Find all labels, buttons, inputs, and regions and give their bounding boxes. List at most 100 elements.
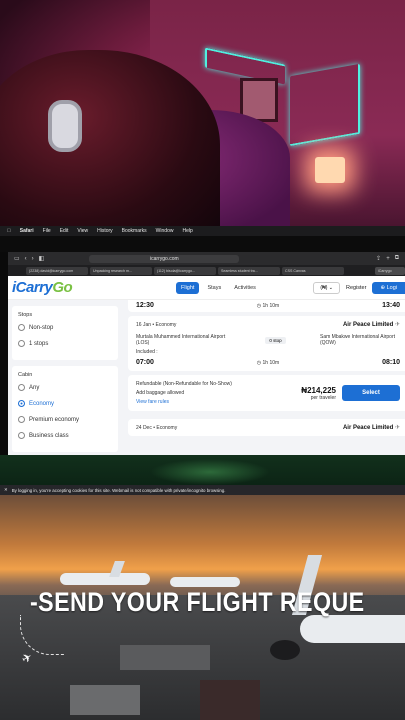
option-label: 1 stops [29,340,49,347]
airline-name: Air Peace Limited ✈ [343,424,400,431]
option-label: Non-stop [29,324,54,331]
tab[interactable]: CSS Canvas [282,266,344,275]
menu-file[interactable]: File [43,228,51,234]
stop-option-1[interactable]: 1 stops [18,340,112,347]
browser-window: ▭ ‹ › ◧ icarrygo.com ⇪ + ⧉ (2238) david@… [8,252,405,455]
nav-flight[interactable]: Flight [176,282,200,294]
airport-scene: ✈ -SEND YOUR FLIGHT REQUE [0,495,405,720]
browser-toolbar: ▭ ‹ › ◧ icarrygo.com ⇪ + ⧉ [8,252,405,265]
apple-icon[interactable]:  [7,228,11,234]
select-button[interactable]: Select [342,385,400,401]
airline-name: Air Peace Limited ✈ [343,321,400,328]
logo-accent: Go [52,279,73,296]
flight-card-next[interactable]: 24 Dec • Economy Air Peace Limited ✈ [128,419,405,436]
stop-option-nonstop[interactable]: Non-stop [18,324,112,331]
cabin-title: Cabin [18,372,33,378]
register-link[interactable]: Register [346,285,366,291]
stops-filter: Stops Non-stop 1 stops [12,306,118,360]
cabin-label: Economy [156,424,178,431]
lamp [315,157,345,183]
origin-airport: Murtala Muhammed International Airport (… [136,334,226,346]
menu-history[interactable]: History [97,228,113,234]
option-label: Business class [29,432,69,439]
flight-card[interactable]: 16 Jan • Economy Air Peace Limited ✈ Mur… [128,316,405,371]
airline-label: Air Peace Limited [342,322,394,328]
banner-text: -SEND YOUR FLIGHT REQUE [30,587,365,617]
new-tab-icon[interactable]: + [386,256,390,262]
share-icon[interactable]: ⇪ [376,255,381,262]
duration-label: 1h 10m [262,302,280,309]
radio-icon[interactable] [18,384,25,391]
login-label: Logi [386,285,397,291]
depart-time: 12:30 [136,302,154,309]
menu-safari[interactable]: Safari [20,228,34,234]
cabin-option-economy[interactable]: Economy [18,400,112,407]
menu-view[interactable]: View [77,228,88,234]
close-icon[interactable]: ✕ [4,487,8,493]
fare-rules-link[interactable]: View fare rules [136,399,232,405]
login-button[interactable]: ⊕ Logi [372,282,405,294]
destination-airport: Sam Mbakwe International Airport (QOW) [319,334,396,346]
filter-sidebar: Stops Non-stop 1 stops Cabin Any Economy… [12,306,118,455]
tab-active[interactable]: iCarrygo [375,266,405,275]
background-leaves [0,455,405,485]
shield-icon[interactable]: ◧ [39,255,45,262]
fare-price: ₦214,225 [301,385,336,395]
tab-overview-icon[interactable]: ⧉ [395,255,399,262]
back-icon[interactable]: ‹ [25,256,27,262]
menu-help[interactable]: Help [182,228,192,234]
cabin-option-business[interactable]: Business class [18,432,112,439]
currency-label: (₦) [320,285,328,291]
radio-icon[interactable] [18,340,25,347]
airplane-shape [170,577,240,587]
nav-activities[interactable]: Activities [229,282,261,294]
cabin-option-any[interactable]: Any [18,384,112,391]
nav-stays[interactable]: Stays [202,282,226,294]
menu-window[interactable]: Window [156,228,174,234]
option-label: Any [29,384,40,391]
site-header: iCarryGo Flight Stays Activities (₦) ⌄ R… [8,276,405,300]
logo-text: iCarry [12,279,53,296]
address-bar[interactable]: icarrygo.com [89,254,240,263]
forward-icon[interactable]: › [32,256,34,262]
stops-title: Stops [18,312,33,318]
radio-icon[interactable] [18,416,25,423]
ground-vehicle [70,685,140,715]
tab[interactable]: (2238) david@icarrygo.com [26,266,88,275]
ground-vehicle [200,680,260,720]
engine [270,640,300,660]
radio-selected-icon[interactable] [18,400,25,407]
flight-results: 12:30 ◷ 1h 10m 13:40 16 Jan • Economy Ai… [128,300,405,440]
arrive-time: 13:40 [382,302,400,309]
site-logo[interactable]: iCarryGo [12,279,73,296]
fare-card: Refundable (Non-Refundable for No-Show) … [128,375,405,411]
duration-label: 1h 10m [262,359,280,366]
menu-edit[interactable]: Edit [60,228,69,234]
fare-info: Refundable (Non-Refundable for No-Show) … [136,381,232,405]
refund-policy: Refundable (Non-Refundable for No-Show) [136,381,232,387]
tab[interactable]: Seamless student tra... [218,266,280,275]
baggage-info: Add baggage allowed [136,390,185,396]
per-traveler: per traveler [310,394,336,401]
tab-bar: (2238) david@icarrygo.com Unpacking rese… [8,265,405,276]
sidebar-icon[interactable]: ▭ [14,255,20,262]
arrive-time: 08:10 [382,359,400,366]
ground-vehicle [120,645,210,670]
radio-icon[interactable] [18,324,25,331]
radio-icon[interactable] [18,432,25,439]
tab[interactable]: (112) bisola@icarrygo... [154,266,216,275]
duration: ◷ 1h 10m [256,359,280,366]
menu-bookmarks[interactable]: Bookmarks [122,228,147,234]
flight-card-prev: 12:30 ◷ 1h 10m 13:40 [128,300,405,312]
cabin-option-premium[interactable]: Premium economy [18,416,112,423]
cookie-notice: ✕ By logging in, you're accepting cookie… [0,485,405,495]
tab[interactable]: Unpacking research m... [90,266,152,275]
webcam-feed [0,0,405,226]
currency-select[interactable]: (₦) ⌄ [313,282,340,294]
airplane-icon: ✈ [394,425,400,431]
depart-time: 07:00 [136,359,154,366]
duration: ◷ 1h 10m [256,302,280,309]
header-actions: (₦) ⌄ Register ⊕ Logi [313,282,405,294]
mac-menubar:  Safari File Edit View History Bookmark… [0,226,405,236]
screen:  Safari File Edit View History Bookmark… [0,0,405,720]
